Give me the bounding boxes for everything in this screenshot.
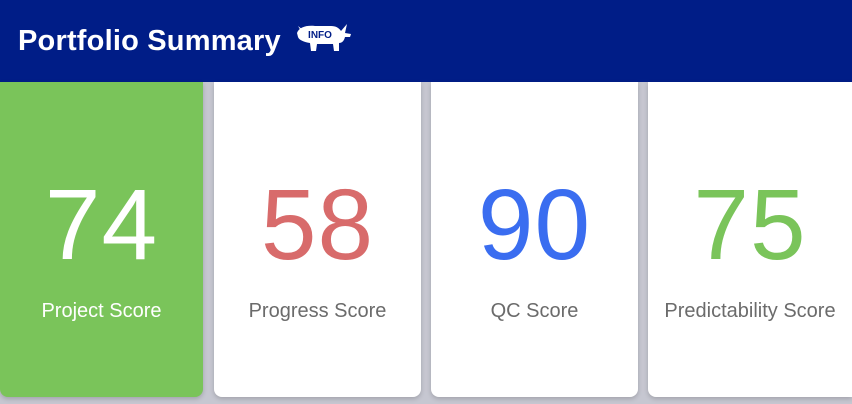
project-score-value: 74	[44, 169, 159, 281]
qc-score-card[interactable]: 90 QC Score	[431, 82, 638, 397]
project-score-label: Project Score	[41, 300, 162, 322]
page-title: Portfolio Summary	[18, 24, 281, 57]
header-bar: Portfolio Summary INFO	[0, 0, 852, 82]
logo-text: INFO	[308, 30, 332, 41]
predictability-score-card[interactable]: 75 Predictability Score	[648, 82, 852, 397]
rhino-icon[interactable]: INFO	[295, 21, 353, 55]
progress-score-card[interactable]: 58 Progress Score	[214, 82, 421, 397]
qc-score-label: QC Score	[490, 300, 579, 322]
predictability-score-value: 75	[693, 169, 807, 281]
score-cards: 74 Project Score 58 Progress Score 90 QC…	[0, 82, 852, 404]
progress-score-label: Progress Score	[248, 300, 387, 322]
qc-score-value: 90	[477, 169, 592, 281]
progress-score-value: 58	[260, 169, 375, 281]
predictability-score-label: Predictability Score	[664, 300, 836, 322]
project-score-card[interactable]: 74 Project Score	[0, 82, 203, 397]
